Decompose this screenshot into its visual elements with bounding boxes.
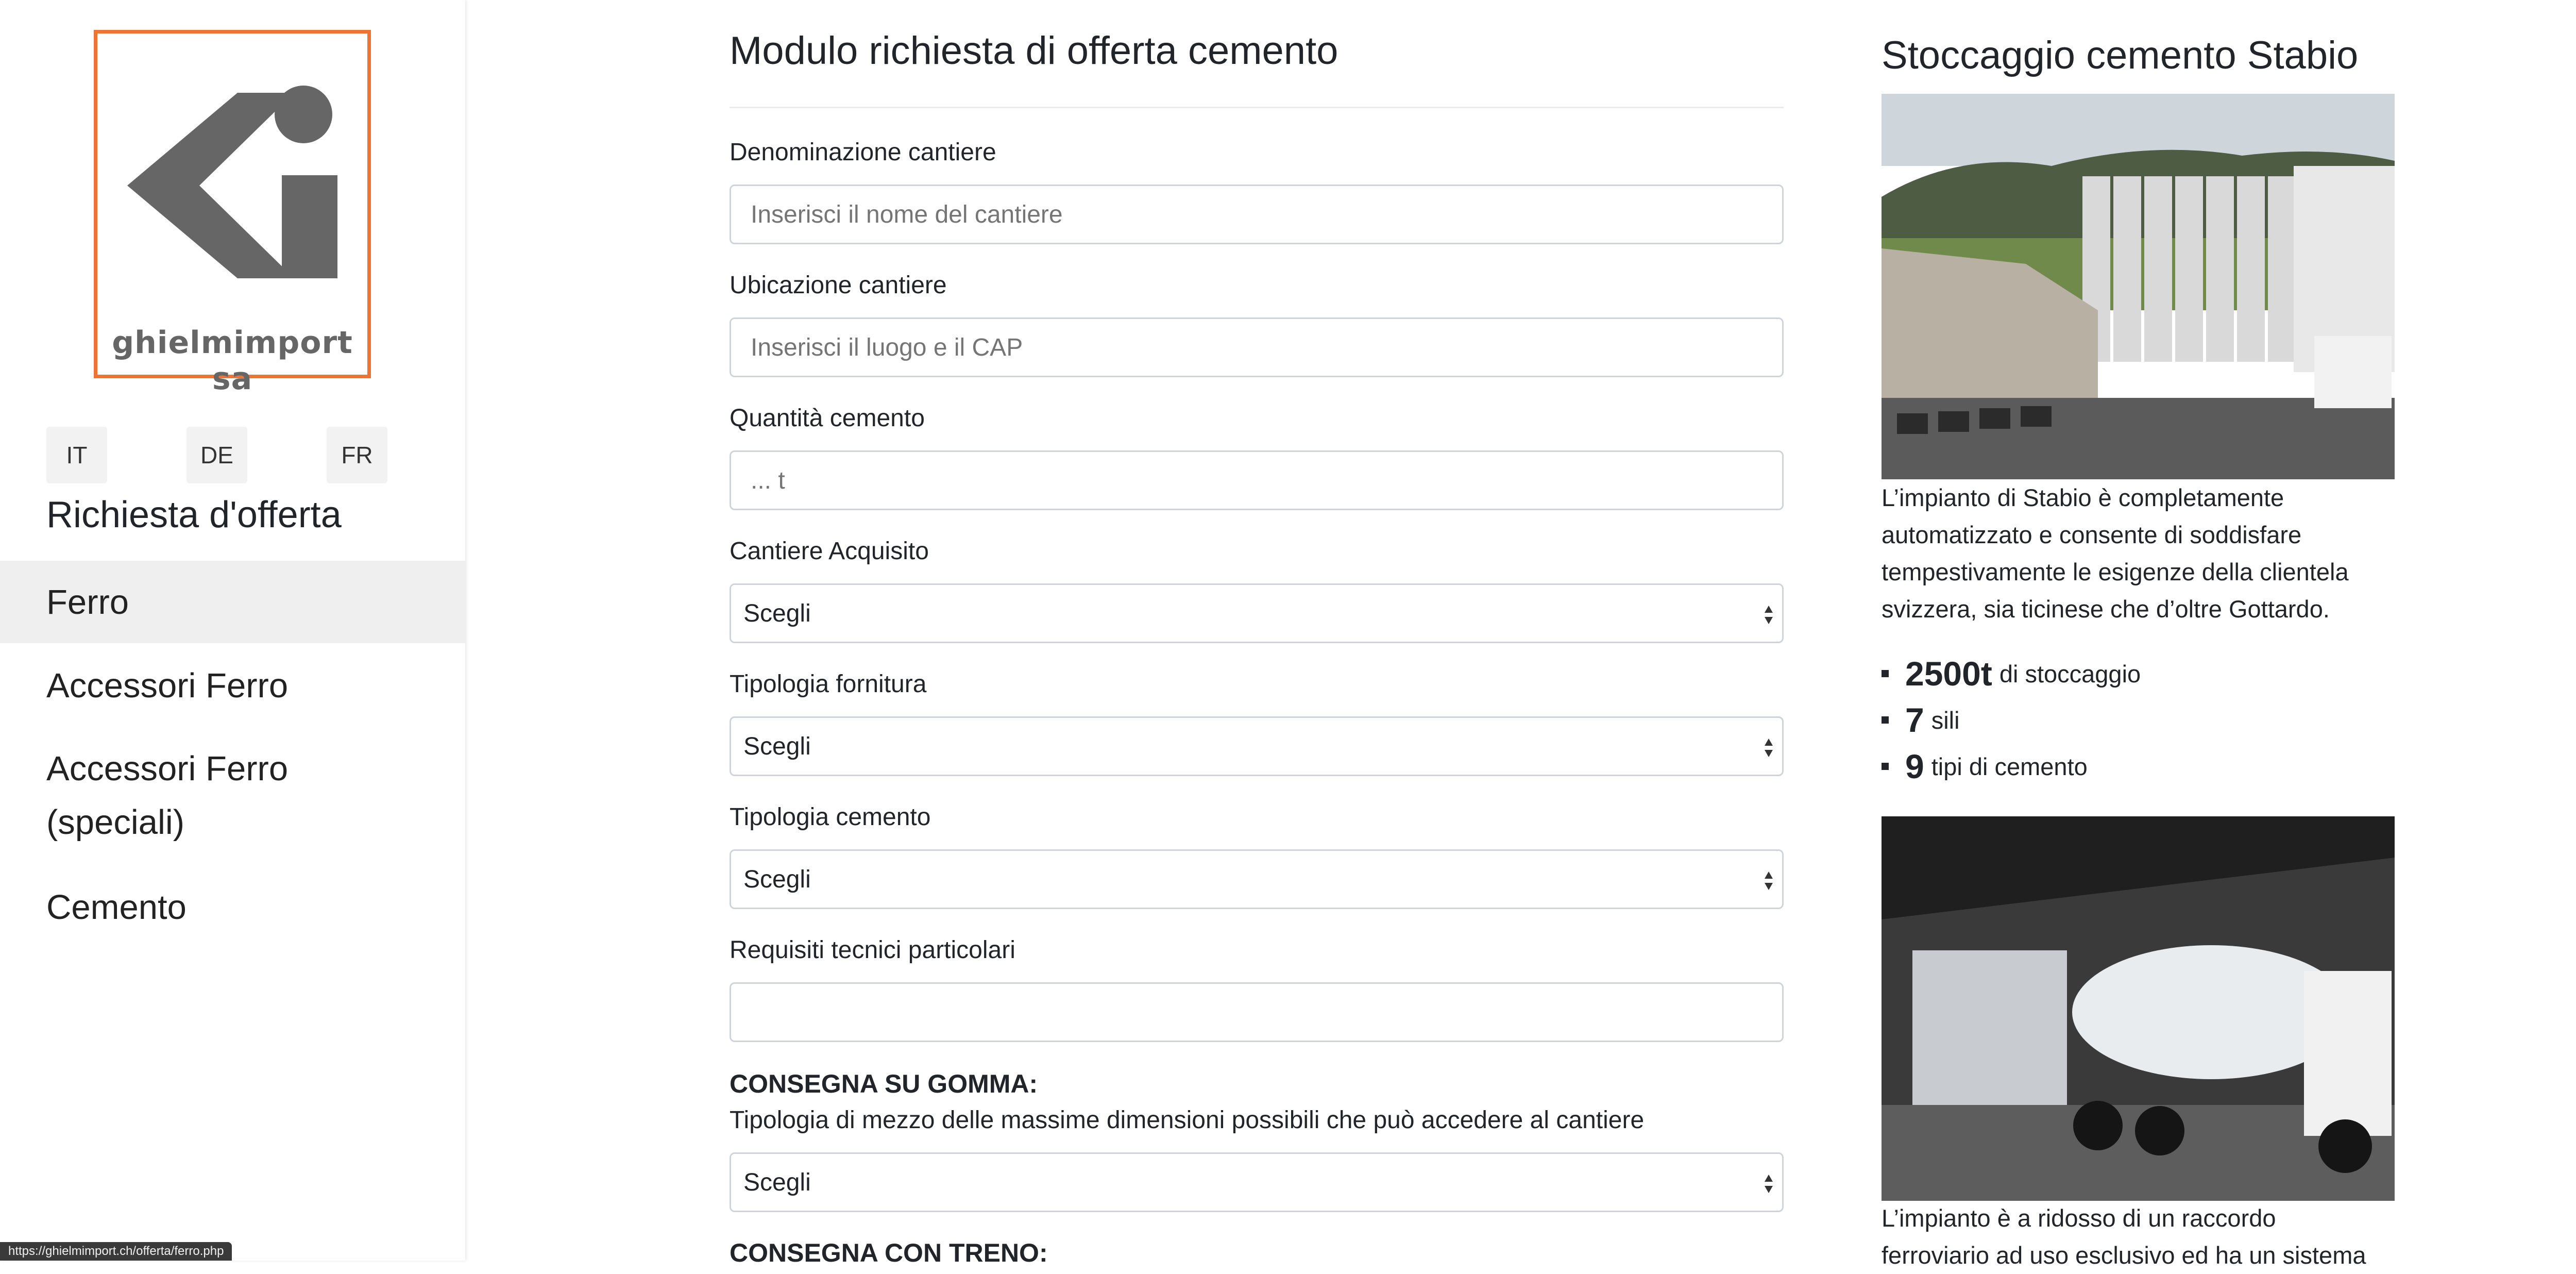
- title-divider: [730, 107, 1784, 108]
- sidebar-item-ferro[interactable]: Ferro: [0, 561, 465, 643]
- label-ubicazione-cantiere: Ubicazione cantiere: [730, 272, 947, 299]
- label-cantiere-acquisito: Cantiere Acquisito: [730, 538, 929, 565]
- site-name-input[interactable]: [730, 185, 1784, 244]
- label-tipologia-cemento: Tipologia cemento: [730, 803, 931, 831]
- stat-label: sili: [1931, 706, 1960, 734]
- label-quantita-cemento: Quantità cemento: [730, 405, 925, 432]
- delivery-road-description: Tipologia di mezzo delle massime dimensi…: [730, 1107, 1645, 1134]
- select-arrows-icon: [1765, 606, 1773, 624]
- label-tipologia-fornitura: Tipologia fornitura: [730, 670, 927, 698]
- stat-value: 7: [1905, 701, 1924, 739]
- sidebar-item-label: Ferro: [46, 582, 129, 622]
- select-arrows-icon: [1765, 871, 1773, 890]
- stat-value: 9: [1905, 747, 1924, 785]
- select-value: Scegli: [743, 1168, 811, 1196]
- sidebar-item-accessori-ferro-speciali[interactable]: Accessori Ferro (speciali): [0, 742, 309, 849]
- logo-company-name: ghielmimport sa: [112, 325, 353, 397]
- silo-plant-photo: [1882, 94, 2395, 479]
- lang-button-fr[interactable]: FR: [327, 427, 387, 483]
- storage-description-2: L’impianto è a ridosso di un raccordo fer…: [1882, 1204, 2366, 1269]
- cement-type-select[interactable]: Scegli: [730, 849, 1784, 909]
- site-location-input[interactable]: [730, 317, 1784, 377]
- select-arrows-icon: [1765, 1175, 1773, 1193]
- sidebar-item-accessori-ferro[interactable]: Accessori Ferro: [0, 644, 465, 727]
- label-requisiti-tecnici: Requisiti tecnici particolari: [730, 936, 1015, 964]
- select-arrows-icon: [1765, 739, 1773, 757]
- stat-item: 7 sili: [1882, 697, 2141, 743]
- lang-button-de[interactable]: DE: [187, 427, 247, 483]
- select-value: Scegli: [743, 599, 811, 627]
- page-title: Modulo richiesta di offerta cemento: [730, 29, 1338, 73]
- vehicle-type-select[interactable]: Scegli: [730, 1152, 1784, 1212]
- sidebar-item-label: Accessori Ferro: [46, 666, 289, 705]
- stat-label: di stoccaggio: [1999, 660, 2141, 688]
- label-denominazione-cantiere: Denominazione cantiere: [730, 139, 996, 166]
- stat-item: 2500t di stoccaggio: [1882, 650, 2141, 697]
- delivery-road-heading: CONSEGNA SU GOMMA:: [730, 1069, 1038, 1098]
- status-bar-url: https://ghielmimport.ch/offerta/ferro.ph…: [0, 1242, 232, 1261]
- storage-title: Stoccaggio cemento Stabio: [1882, 33, 2359, 77]
- storage-stats-list: 2500t di stoccaggio 7 sili 9 tipi di cement…: [1882, 650, 2141, 790]
- site-acquired-select[interactable]: Scegli: [730, 583, 1784, 643]
- sidebar-item-label: Accessori Ferro (speciali): [46, 749, 289, 842]
- sidebar: ghielmimport sa IT DE FR Richiesta d'off…: [0, 0, 465, 1261]
- select-value: Scegli: [743, 732, 811, 760]
- sidebar-heading: Richiesta d'offerta: [46, 494, 342, 535]
- logo-ki-icon: [127, 86, 337, 278]
- delivery-train-heading: CONSEGNA CON TRENO:: [730, 1238, 1048, 1267]
- sidebar-item-label: Cemento: [46, 887, 187, 927]
- select-value: Scegli: [743, 865, 811, 893]
- cement-truck-photo: [1882, 816, 2395, 1201]
- stat-item: 9 tipi di cemento: [1882, 743, 2141, 790]
- storage-description: L’impianto di Stabio è completamente aut…: [1882, 484, 2349, 623]
- cement-quantity-input[interactable]: [730, 450, 1784, 510]
- sidebar-item-cemento[interactable]: Cemento: [0, 871, 465, 943]
- stat-label: tipi di cemento: [1931, 752, 2088, 780]
- technical-requirements-input[interactable]: [730, 982, 1784, 1042]
- lang-button-it[interactable]: IT: [46, 427, 107, 483]
- supply-type-select[interactable]: Scegli: [730, 716, 1784, 776]
- stat-value: 2500t: [1905, 655, 1992, 693]
- company-logo[interactable]: ghielmimport sa: [94, 30, 371, 397]
